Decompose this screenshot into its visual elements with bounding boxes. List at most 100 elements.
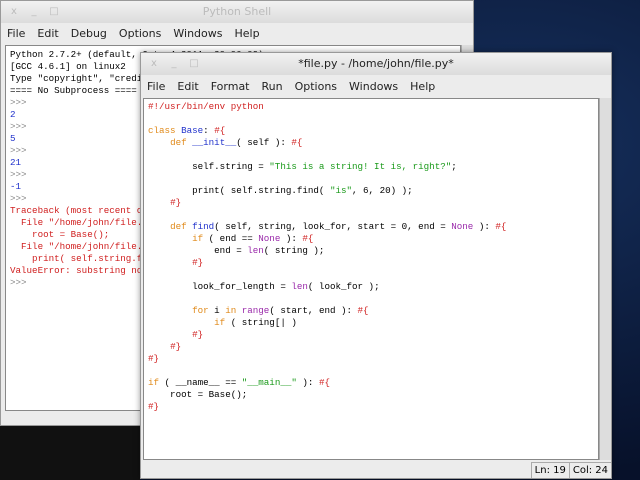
token: ):	[296, 377, 319, 388]
token: #{	[495, 221, 507, 232]
token: root = Base();	[10, 229, 110, 240]
token: if	[192, 233, 204, 244]
token: -1	[10, 181, 22, 192]
line-number: Ln: 19	[530, 463, 569, 478]
editor-scrollbar[interactable]	[599, 98, 611, 460]
token: in	[225, 305, 237, 316]
shell-titlebar[interactable]: x _ □ Python Shell	[1, 1, 473, 23]
editor-menu-windows[interactable]: Windows	[349, 80, 398, 93]
code-line: root = Base();	[148, 389, 594, 401]
token: self.string =	[148, 161, 270, 172]
editor-menubar: File Edit Format Run Options Windows Hel…	[141, 75, 611, 97]
code-line: def __init__( self ): #{	[148, 137, 594, 149]
shell-menu-windows[interactable]: Windows	[173, 27, 222, 40]
token: ( string );	[263, 245, 325, 256]
code-line: #}	[148, 329, 594, 341]
code-line: if ( end == None ): #{	[148, 233, 594, 245]
shell-title: Python Shell	[202, 5, 272, 18]
token: ( start, end ):	[269, 305, 358, 316]
code-editor[interactable]: #!/usr/bin/env python class Base: #{ def …	[143, 98, 599, 460]
maximize-icon[interactable]: □	[47, 5, 61, 19]
taskbar-area	[0, 425, 140, 480]
status-bar: Ln: 19 Col: 24	[530, 462, 611, 478]
token: #}	[192, 329, 204, 340]
token: ( string[| )	[225, 317, 297, 328]
token: File "/home/john/file.py"	[10, 241, 159, 252]
code-line: #!/usr/bin/env python	[148, 101, 594, 113]
editor-menu-options[interactable]: Options	[295, 80, 337, 93]
token: __init__	[192, 137, 237, 148]
shell-menu-file[interactable]: File	[7, 27, 25, 40]
code-line: print( self.string.find( "is", 6, 20) );	[148, 185, 594, 197]
token: [GCC 4.6.1] on linux2	[10, 61, 126, 72]
token: Base	[181, 125, 204, 136]
shell-menu-help[interactable]: Help	[234, 27, 259, 40]
close-icon[interactable]: x	[147, 57, 161, 71]
token: >>>	[10, 193, 33, 204]
shell-menu-debug[interactable]: Debug	[71, 27, 107, 40]
token: 5	[10, 133, 16, 144]
code-line: end = len( string );	[148, 245, 594, 257]
token: ( self ):	[236, 137, 292, 148]
editor-menu-file[interactable]: File	[147, 80, 165, 93]
token: >>>	[10, 277, 33, 288]
shell-menu-edit[interactable]: Edit	[37, 27, 58, 40]
token: ( look_for );	[307, 281, 380, 292]
minimize-icon[interactable]: _	[27, 5, 41, 19]
editor-title: *file.py - /home/john/file.py*	[298, 57, 454, 70]
token: ):	[280, 233, 303, 244]
code-line: for i in range( start, end ): #{	[148, 305, 594, 317]
token: "is"	[329, 185, 353, 196]
token: #{	[318, 377, 330, 388]
editor-titlebar[interactable]: x _ □ *file.py - /home/john/file.py*	[141, 53, 611, 75]
token: ( end ==	[203, 233, 259, 244]
token: >>>	[10, 121, 33, 132]
close-icon[interactable]: x	[7, 5, 21, 19]
code-line: #}	[148, 353, 594, 365]
token: #{	[357, 305, 369, 316]
code-line: #}	[148, 257, 594, 269]
token: #{	[214, 125, 226, 136]
token: range	[241, 305, 270, 316]
editor-menu-help[interactable]: Help	[410, 80, 435, 93]
column-number: Col: 24	[568, 463, 611, 478]
token: class	[148, 125, 182, 136]
token: >>>	[10, 97, 33, 108]
editor-menu-format[interactable]: Format	[211, 80, 250, 93]
token: if	[214, 317, 226, 328]
editor-menu-edit[interactable]: Edit	[177, 80, 198, 93]
minimize-icon[interactable]: _	[167, 57, 181, 71]
shell-menu-options[interactable]: Options	[119, 27, 161, 40]
code-line: #}	[148, 197, 594, 209]
token: find	[192, 221, 215, 232]
token: File "/home/john/file.py"	[10, 217, 159, 228]
token: len	[247, 245, 264, 256]
token: ( self, string, look_for, start = 0, end…	[214, 221, 452, 232]
code-line: self.string = "This is a string! It is, …	[148, 161, 594, 173]
token: :	[203, 125, 215, 136]
token: >>>	[10, 145, 33, 156]
token: None	[451, 221, 474, 232]
token: #!/usr/bin/env python	[148, 101, 264, 112]
editor-window: x _ □ *file.py - /home/john/file.py* File …	[140, 52, 612, 479]
token: len	[291, 281, 308, 292]
code-line: class Base: #{	[148, 125, 594, 137]
token: ==== No Subprocess ====	[10, 85, 137, 96]
token: #}	[170, 197, 182, 208]
maximize-icon[interactable]: □	[187, 57, 201, 71]
token: , 6, 20) );	[352, 185, 413, 196]
editor-menu-run[interactable]: Run	[262, 80, 283, 93]
token: None	[258, 233, 281, 244]
